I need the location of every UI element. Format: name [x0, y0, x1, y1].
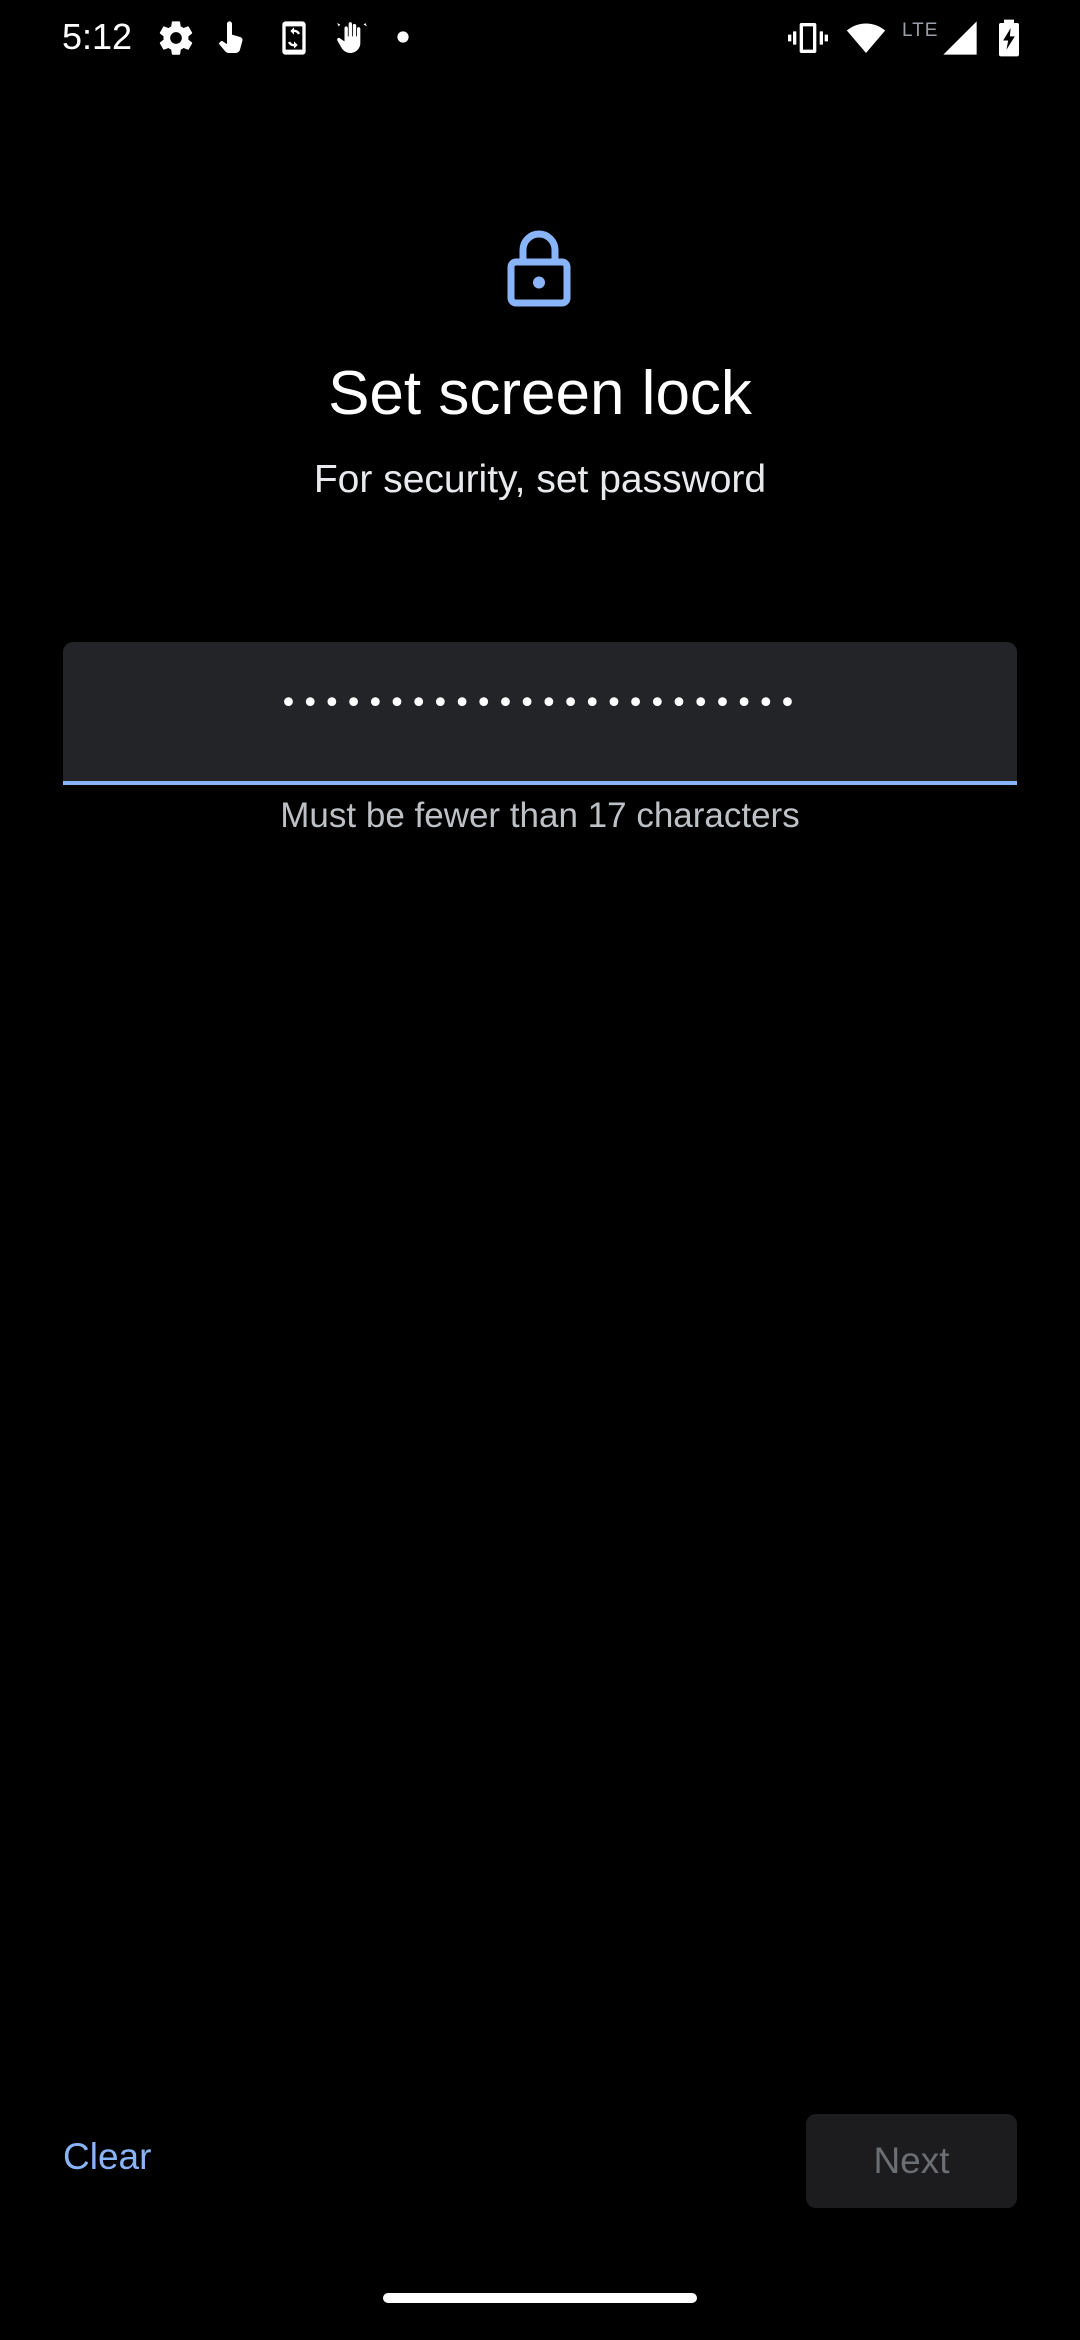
notification-dot-icon	[396, 30, 410, 44]
cell-signal-icon	[940, 18, 980, 58]
status-bar: 5:12 LTE	[0, 0, 1080, 80]
page-title: Set screen lock	[328, 359, 752, 428]
network-type-label: LTE	[902, 20, 939, 41]
password-masked-value: ••••••••••••••••••••••••	[279, 686, 801, 721]
page-subtitle: For security, set password	[313, 458, 767, 501]
password-input[interactable]: ••••••••••••••••••••••••	[63, 642, 1017, 785]
settings-icon	[156, 18, 196, 58]
phone-sync-icon	[274, 18, 314, 58]
navigation-handle[interactable]	[383, 2293, 697, 2303]
vibrate-icon	[788, 18, 828, 58]
status-time: 5:12	[62, 16, 133, 57]
password-helper-text: Must be fewer than 17 characters	[280, 796, 800, 835]
battery-charging-icon	[994, 18, 1024, 58]
lock-icon	[506, 228, 572, 308]
clear-button[interactable]: Clear	[63, 2136, 151, 2178]
hand-wave-icon	[332, 18, 372, 58]
touch-gesture-icon	[212, 18, 252, 58]
next-button[interactable]: Next	[806, 2114, 1017, 2208]
wifi-icon	[846, 18, 886, 58]
